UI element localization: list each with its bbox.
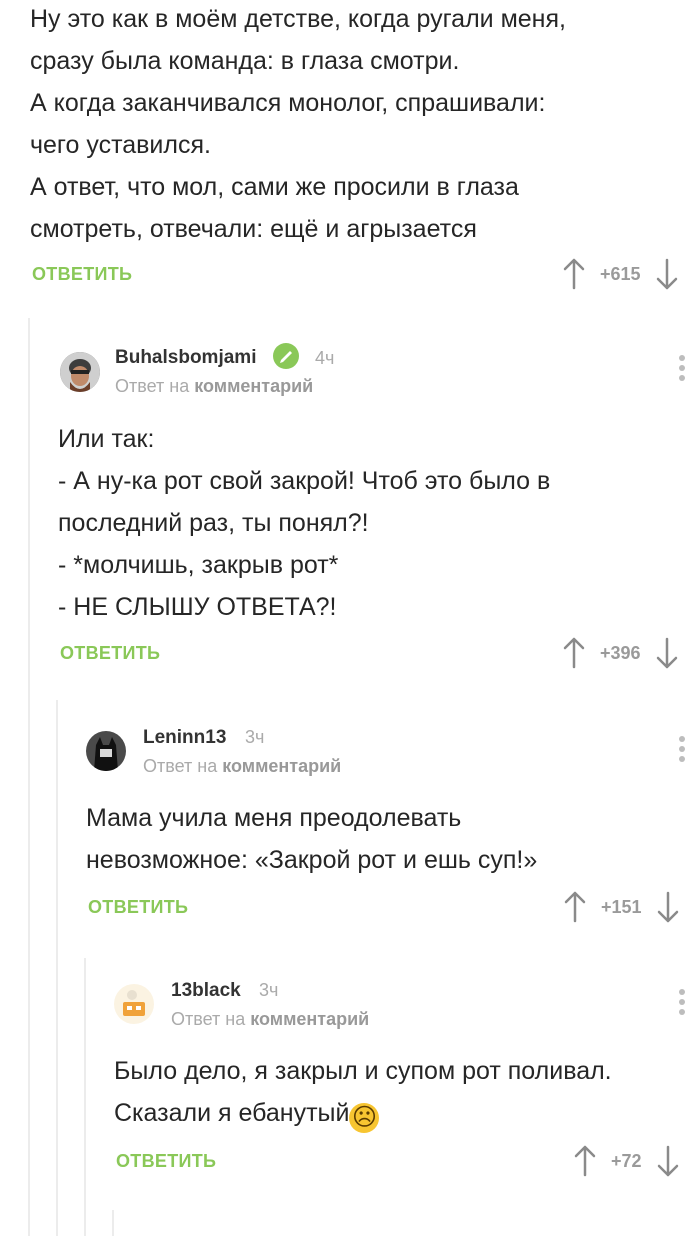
reply-to: Ответ на комментарий <box>171 1009 369 1030</box>
thread-line-1 <box>28 318 30 1236</box>
comment-line: смотреть, отвечали: ещё и агрызается <box>30 215 477 243</box>
reply-button[interactable]: ОТВЕТИТЬ <box>88 897 188 918</box>
score: +615 <box>600 263 641 284</box>
username[interactable]: Buhalsbomjami <box>115 347 256 369</box>
comment-line: - *молчишь, закрыв рот* <box>58 551 339 579</box>
vote-controls: +396 <box>562 636 679 670</box>
username[interactable]: Leninn13 <box>143 727 226 749</box>
reply-to-link[interactable]: комментарий <box>222 756 341 776</box>
comment-line: последний раз, ты понял?! <box>58 509 369 537</box>
more-vertical-icon[interactable] <box>677 736 687 766</box>
reply-to: Ответ на комментарий <box>115 376 313 397</box>
downvote-arrow-icon[interactable] <box>656 890 680 924</box>
comment-body: Ну это как в моём детстве, когда ругали … <box>30 0 690 250</box>
more-vertical-icon[interactable] <box>677 989 687 1019</box>
comment-line: Было дело, я закрыл и супом рот поливал. <box>114 1057 612 1085</box>
comment-line-with-emoji: Сказали я ебанутый ☹ <box>114 1092 694 1134</box>
timestamp: 3ч <box>259 980 279 1000</box>
reply-to: Ответ на комментарий <box>143 756 341 777</box>
thread-line-4 <box>112 1210 114 1236</box>
timestamp: 3ч <box>245 727 265 747</box>
score: +151 <box>601 896 642 917</box>
reply-to-link[interactable]: комментарий <box>250 1009 369 1029</box>
upvote-arrow-icon[interactable] <box>563 890 587 924</box>
comment-line: Мама учила меня преодолевать <box>86 804 462 832</box>
comment-line: - А ну-ка рот свой закрой! Чтоб это было… <box>58 467 551 495</box>
reply-button[interactable]: ОТВЕТИТЬ <box>116 1151 216 1172</box>
thread-line-2 <box>56 700 58 1236</box>
comment-body: Или так: - А ну-ка рот свой закрой! Чтоб… <box>58 418 688 628</box>
username[interactable]: 13black <box>171 980 241 1002</box>
vote-controls: +151 <box>563 890 680 924</box>
comment-line: А когда заканчивался монолог, спрашивали… <box>30 89 546 117</box>
upvote-arrow-icon[interactable] <box>562 636 586 670</box>
verified-check-icon <box>273 343 299 369</box>
comment-line: А ответ, что мол, сами же просили в глаз… <box>30 173 519 201</box>
reply-to-prefix: Ответ на <box>115 376 190 396</box>
downvote-arrow-icon[interactable] <box>655 636 679 670</box>
thread-line-3 <box>84 958 86 1236</box>
reply-to-link[interactable]: комментарий <box>194 376 313 396</box>
comment-line: невозможное: «Закрой рот и ешь суп!» <box>86 846 538 874</box>
sad-face-emoji: ☹ <box>349 1103 380 1133</box>
upvote-arrow-icon[interactable] <box>562 257 586 291</box>
reply-to-prefix: Ответ на <box>143 756 218 776</box>
upvote-arrow-icon[interactable] <box>573 1144 597 1178</box>
downvote-arrow-icon[interactable] <box>656 1144 680 1178</box>
avatar[interactable] <box>114 984 154 1024</box>
score: +396 <box>600 642 641 663</box>
reply-to-prefix: Ответ на <box>171 1009 246 1029</box>
comment-line: Ну это как в моём детстве, когда ругали … <box>30 5 566 33</box>
comment-line: - НЕ СЛЫШУ ОТВЕТА?! <box>58 593 337 621</box>
avatar[interactable] <box>60 352 100 392</box>
comment-body: Мама учила меня преодолевать невозможное… <box>86 797 686 881</box>
comment-line: чего уставился. <box>30 131 211 159</box>
reply-button[interactable]: ОТВЕТИТЬ <box>60 643 160 664</box>
timestamp: 4ч <box>315 348 335 368</box>
comment-line: Сказали я ебанутый <box>114 1099 350 1127</box>
comment-line: Или так: <box>58 425 155 453</box>
comment-line: сразу была команда: в глаза смотри. <box>30 47 460 75</box>
vote-controls: +615 <box>562 257 679 291</box>
comment-body: Было дело, я закрыл и супом рот поливал.… <box>114 1050 694 1134</box>
downvote-arrow-icon[interactable] <box>655 257 679 291</box>
score: +72 <box>611 1150 642 1171</box>
vote-controls: +72 <box>573 1144 680 1178</box>
avatar[interactable] <box>86 731 126 771</box>
more-vertical-icon[interactable] <box>677 355 687 385</box>
reply-button[interactable]: ОТВЕТИТЬ <box>32 264 132 285</box>
